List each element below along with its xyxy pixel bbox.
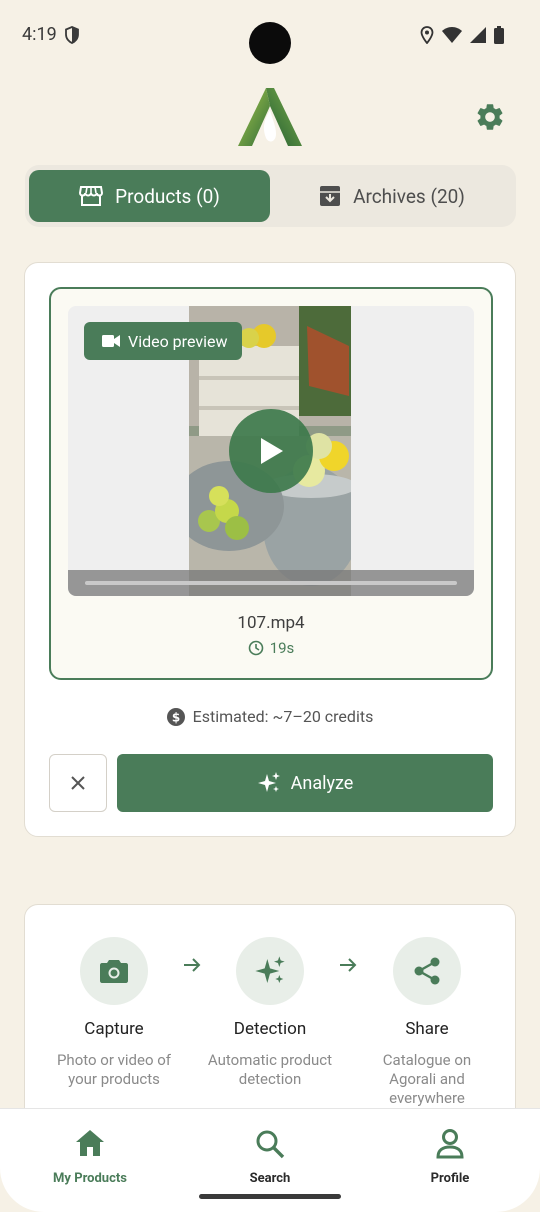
svg-text:$: $ bbox=[171, 710, 179, 724]
video-duration-label: 19s bbox=[269, 639, 295, 657]
credits-estimate: $ Estimated: ~7–20 credits bbox=[25, 707, 515, 726]
video-preview-badge: Video preview bbox=[84, 322, 242, 360]
tab-archives[interactable]: Archives (20) bbox=[272, 170, 512, 222]
camera-icon bbox=[100, 960, 128, 983]
video-progress-bar[interactable] bbox=[68, 570, 474, 596]
storefront-icon bbox=[79, 186, 104, 206]
clock-icon bbox=[248, 640, 263, 656]
video-player[interactable]: Video preview bbox=[68, 306, 474, 596]
dollar-coin-icon: $ bbox=[166, 707, 185, 726]
tab-archives-label: Archives (20) bbox=[353, 184, 465, 208]
analyze-button[interactable]: Analyze bbox=[117, 754, 493, 812]
play-icon bbox=[261, 438, 283, 464]
video-preview-label: Video preview bbox=[128, 331, 228, 351]
settings-gear-icon[interactable] bbox=[474, 101, 506, 133]
share-icon bbox=[414, 957, 440, 985]
location-icon bbox=[420, 26, 434, 44]
nav-profile[interactable]: Profile bbox=[380, 1129, 520, 1186]
archive-icon bbox=[320, 186, 341, 206]
sparkle-icon bbox=[255, 956, 285, 983]
step-capture: Capture Photo or video of your products bbox=[49, 937, 179, 1089]
battery-icon bbox=[494, 26, 504, 44]
close-icon bbox=[71, 776, 85, 790]
app-screen: 4:19 Products (0) Archives (20) Video pr… bbox=[0, 0, 540, 1212]
home-icon bbox=[76, 1130, 104, 1156]
signal-icon bbox=[470, 27, 486, 43]
step-share-icon-circle bbox=[393, 937, 461, 1005]
step-capture-title: Capture bbox=[84, 1019, 144, 1039]
status-icons bbox=[420, 26, 504, 44]
step-detection-desc: Automatic product detection bbox=[207, 1051, 333, 1088]
step-capture-desc: Photo or video of your products bbox=[56, 1051, 172, 1088]
nav-search-label: Search bbox=[249, 1171, 291, 1186]
video-duration: 19s bbox=[51, 639, 491, 657]
profile-icon bbox=[436, 1129, 464, 1159]
nav-search[interactable]: Search bbox=[200, 1129, 340, 1186]
video-preview-frame: Video preview 107.mp4 19s bbox=[49, 287, 493, 680]
nav-my-products-label: My Products bbox=[53, 1171, 127, 1186]
credits-estimate-text: Estimated: ~7–20 credits bbox=[192, 707, 374, 726]
tab-products[interactable]: Products (0) bbox=[29, 170, 270, 222]
search-icon bbox=[256, 1130, 285, 1159]
gesture-home-indicator[interactable] bbox=[199, 1194, 341, 1199]
sparkle-icon bbox=[257, 772, 280, 792]
tab-products-label: Products (0) bbox=[115, 184, 220, 208]
step-detection-title: Detection bbox=[233, 1019, 307, 1039]
status-bar: 4:19 bbox=[0, 0, 540, 70]
step-capture-icon-circle bbox=[80, 937, 148, 1005]
step-detection: Detection Automatic product detection bbox=[205, 937, 335, 1089]
videocam-icon bbox=[102, 335, 120, 347]
step-share-title: Share bbox=[405, 1019, 449, 1039]
step-share-desc: Catalogue on Agorali and everywhere bbox=[382, 1051, 472, 1107]
arrow-right-icon bbox=[340, 958, 357, 972]
analyze-label: Analyze bbox=[290, 772, 354, 794]
video-filename: 107.mp4 bbox=[237, 613, 305, 633]
cancel-button[interactable] bbox=[49, 754, 107, 812]
progress-track[interactable] bbox=[85, 581, 457, 585]
agorali-logo bbox=[238, 88, 302, 146]
tab-bar: Products (0) Archives (20) bbox=[25, 165, 516, 227]
status-time: 4:19 bbox=[22, 24, 57, 45]
nav-profile-label: Profile bbox=[430, 1171, 470, 1186]
camera-cutout bbox=[249, 22, 291, 64]
step-share: Share Catalogue on Agorali and everywher… bbox=[362, 937, 492, 1108]
step-detection-icon-circle bbox=[236, 937, 304, 1005]
arrow-right-icon bbox=[184, 958, 201, 972]
shield-icon bbox=[65, 26, 79, 44]
play-button[interactable] bbox=[229, 409, 313, 493]
nav-my-products[interactable]: My Products bbox=[20, 1129, 160, 1186]
upload-card: Video preview 107.mp4 19s $ Estimated: ~… bbox=[24, 262, 516, 837]
wifi-icon bbox=[442, 27, 462, 43]
